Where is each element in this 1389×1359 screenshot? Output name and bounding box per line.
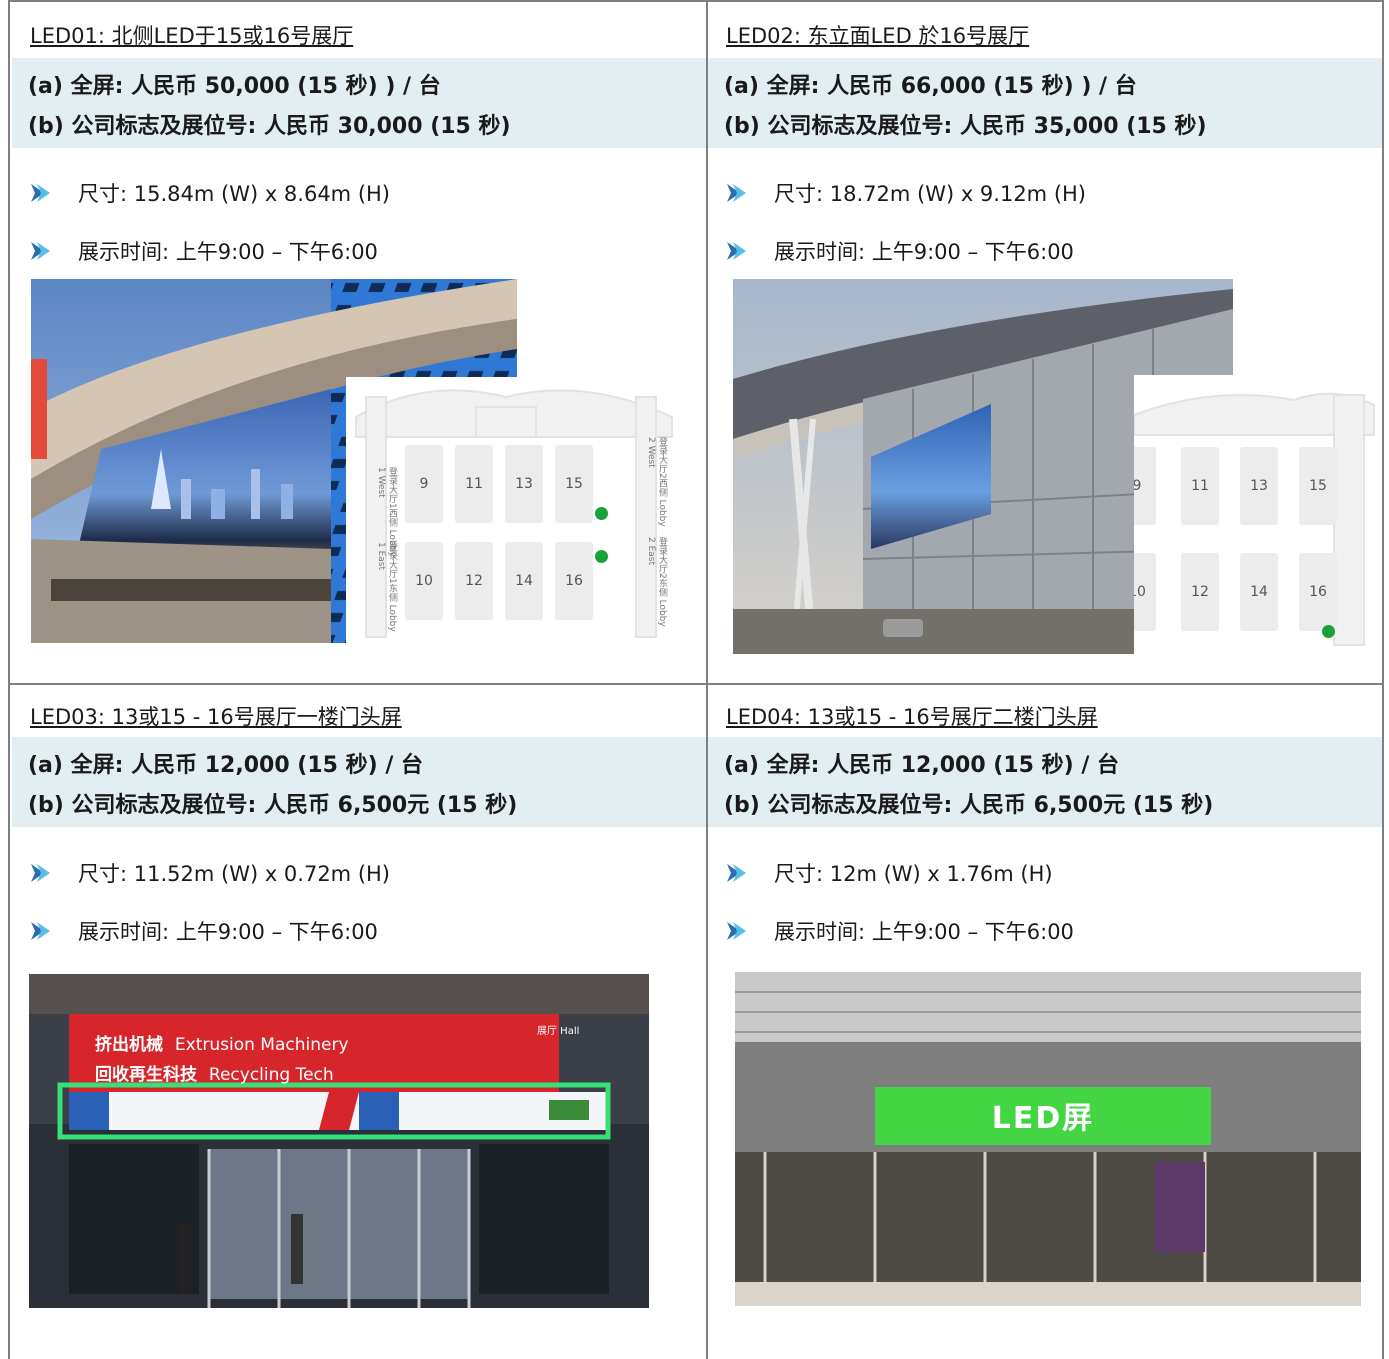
panel-led01: LED01: 北侧LED于15或16号展厅 (a) 全屏: 人民币 50,000… [10, 2, 706, 683]
sign-line-1: 挤出机械 Extrusion Machinery [95, 1030, 349, 1055]
spec-time: 展示时间: 上午9:00 – 下午6:00 [30, 916, 378, 946]
panel-title: LED03: 13或15 - 16号展厅一楼门头屏 [30, 705, 402, 729]
bullet-arrow-icon [726, 240, 748, 262]
spec-size-text: 尺寸: 15.84m (W) x 8.64m (H) [78, 182, 390, 206]
hall-box: 12 [1181, 553, 1219, 631]
hall-box: 13 [1240, 447, 1278, 525]
panel-led02: LED02: 东立面LED 於16号展厅 (a) 全屏: 人民币 66,000 … [706, 2, 1382, 683]
hall-box: 11 [455, 445, 493, 523]
hall-box: 12 [455, 542, 493, 620]
panel-title: LED01: 北侧LED于15或16号展厅 [30, 24, 354, 48]
led04-photo: LED屏 [735, 972, 1361, 1306]
bullet-arrow-icon [726, 862, 748, 884]
spec-time-text: 展示时间: 上午9:00 – 下午6:00 [774, 920, 1074, 944]
sign-en-1: Extrusion Machinery [174, 1035, 349, 1055]
price-logo: (b) 公司标志及展位号: 人民币 6,500元 (15 秒) [724, 793, 1214, 818]
spec-time: 展示时间: 上午9:00 – 下午6:00 [726, 916, 1074, 946]
sign-line-2: 回收再生科技 Recycling Tech [95, 1060, 334, 1085]
price-full: (a) 全屏: 人民币 66,000 (15 秒) ) / 台 [724, 74, 1137, 99]
hall-box: 15 [1299, 447, 1337, 525]
location-marker [595, 507, 608, 520]
panel-title: LED02: 东立面LED 於16号展厅 [726, 24, 1030, 48]
led03-photo: 挤出机械 Extrusion Machinery 回收再生科技 Recyclin… [29, 974, 649, 1308]
sign-cn-2: 回收再生科技 [95, 1065, 197, 1085]
location-marker [1322, 625, 1335, 638]
spec-size-text: 尺寸: 12m (W) x 1.76m (H) [774, 862, 1053, 886]
hall-box: 13 [505, 445, 543, 523]
lobby-label: 登录大厅2东侧 Lobby 2 East [646, 537, 667, 627]
bullet-arrow-icon [30, 920, 52, 942]
panel-title: LED04: 13或15 - 16号展厅二楼门头屏 [726, 705, 1098, 729]
spec-time-text: 展示时间: 上午9:00 – 下午6:00 [78, 240, 378, 264]
bullet-arrow-icon [30, 240, 52, 262]
bullet-arrow-icon [30, 862, 52, 884]
lobby-label: 登录大厅2西侧 Lobby 2 West [646, 437, 667, 527]
hall-box: 9 [1134, 447, 1156, 525]
panel-led03: LED03: 13或15 - 16号展厅一楼门头屏 (a) 全屏: 人民币 12… [10, 685, 706, 1359]
hall-box: 10 [405, 542, 443, 620]
led01-floor-map: 登录大厅1西侧 Lobby 1 West 登录大厅1东侧 Lobby 1 Eas… [346, 377, 682, 643]
sign-cn-1: 挤出机械 [95, 1035, 163, 1055]
spec-size: 尺寸: 12m (W) x 1.76m (H) [726, 858, 1053, 888]
price-full: (a) 全屏: 人民币 12,000 (15 秒) / 台 [28, 753, 424, 778]
sign-en-2: Recycling Tech [208, 1065, 334, 1085]
spec-size-text: 尺寸: 18.72m (W) x 9.12m (H) [774, 182, 1086, 206]
price-full: (a) 全屏: 人民币 12,000 (15 秒) / 台 [724, 753, 1120, 778]
hall-tag: 展厅 Hall [537, 1026, 580, 1037]
price-logo: (b) 公司标志及展位号: 人民币 6,500元 (15 秒) [28, 793, 518, 818]
hall-box: 10 [1134, 553, 1156, 631]
spec-size: 尺寸: 15.84m (W) x 8.64m (H) [30, 178, 390, 208]
hall-box: 15 [555, 445, 593, 523]
bullet-arrow-icon [726, 920, 748, 942]
price-logo: (b) 公司标志及展位号: 人民币 35,000 (15 秒) [724, 114, 1207, 139]
location-marker [595, 550, 608, 563]
hall-box: 9 [405, 445, 443, 523]
spec-time: 展示时间: 上午9:00 – 下午6:00 [726, 236, 1074, 266]
spec-time: 展示时间: 上午9:00 – 下午6:00 [30, 236, 378, 266]
hall-box: 14 [505, 542, 543, 620]
bullet-arrow-icon [30, 182, 52, 204]
spec-size: 尺寸: 18.72m (W) x 9.12m (H) [726, 178, 1086, 208]
spec-size: 尺寸: 11.52m (W) x 0.72m (H) [30, 858, 390, 888]
hall-box: 11 [1181, 447, 1219, 525]
spec-size-text: 尺寸: 11.52m (W) x 0.72m (H) [78, 862, 390, 886]
hall-box: 14 [1240, 553, 1278, 631]
spec-time-text: 展示时间: 上午9:00 – 下午6:00 [78, 920, 378, 944]
lobby-label: 登录大厅1东侧 Lobby 1 East [376, 542, 397, 632]
price-full: (a) 全屏: 人民币 50,000 (15 秒) ) / 台 [28, 74, 441, 99]
hall-box: 16 [555, 542, 593, 620]
price-logo: (b) 公司标志及展位号: 人民币 30,000 (15 秒) [28, 114, 511, 139]
hall-box: 16 [1299, 553, 1337, 631]
spec-time-text: 展示时间: 上午9:00 – 下午6:00 [774, 240, 1074, 264]
led-screen-label: LED屏 [991, 1101, 1095, 1136]
led02-floor-map: 9 11 13 15 10 12 14 16 [1134, 375, 1382, 657]
bullet-arrow-icon [726, 182, 748, 204]
panel-led04: LED04: 13或15 - 16号展厅二楼门头屏 (a) 全屏: 人民币 12… [706, 685, 1382, 1359]
